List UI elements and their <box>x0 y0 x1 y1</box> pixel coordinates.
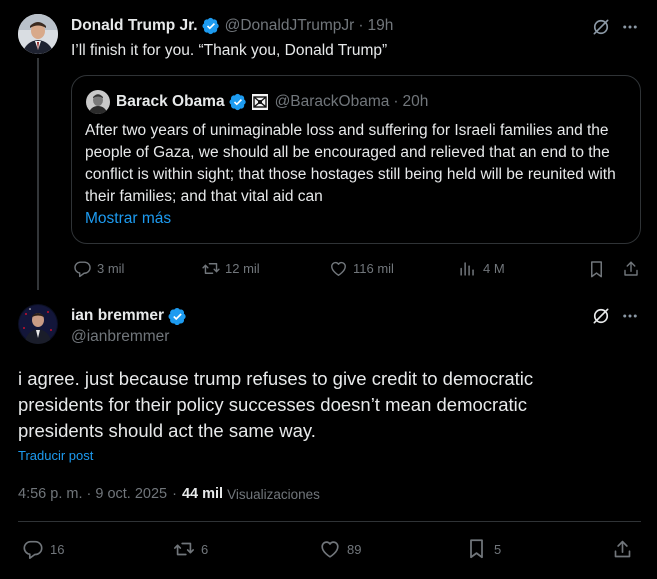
quote-text: After two years of unimaginable loss and… <box>85 122 616 205</box>
reply-icon <box>23 540 43 559</box>
bookmark-icon <box>590 260 602 277</box>
bookmark-button[interactable]: 5 <box>467 538 501 560</box>
bookmark-icon <box>470 539 483 559</box>
reply-button[interactable]: 16 <box>22 538 64 560</box>
like-button[interactable]: 116 mil <box>329 259 394 278</box>
views-count: 44 mil <box>181 486 224 502</box>
repost-count: 6 <box>201 541 209 557</box>
reply-time[interactable]: 19h <box>368 17 394 35</box>
main-author-name[interactable]: ian bremmer <box>71 307 164 325</box>
repost-icon <box>174 542 194 556</box>
repost-button[interactable]: 6 <box>172 538 208 560</box>
reply-count: 3 mil <box>97 261 125 276</box>
reply-separator: · <box>358 17 364 34</box>
repost-icon <box>202 263 220 274</box>
reply-author-name[interactable]: Donald Trump Jr. <box>71 17 198 35</box>
thread-line <box>37 58 39 290</box>
translate-link[interactable]: Traducir post <box>18 448 93 463</box>
share-icon <box>624 261 638 276</box>
like-button[interactable]: 89 <box>319 538 361 560</box>
show-more-link[interactable]: Mostrar más <box>85 208 171 230</box>
views-count: 4 M <box>483 261 505 276</box>
like-icon <box>321 541 339 558</box>
verified-icon <box>202 17 220 35</box>
timestamp-row: 4:56 p. m. · 9 oct. 2025 · 44 mil Visual… <box>18 486 320 502</box>
like-icon <box>331 261 346 276</box>
quote-separator: · <box>393 93 399 110</box>
views-label: Visualizaciones <box>227 486 320 502</box>
main-text: i agree. just because trump refuses to g… <box>18 368 534 441</box>
divider <box>18 521 641 522</box>
main-author-handle[interactable]: @ianbremmer <box>71 328 169 346</box>
bookmark-button[interactable] <box>585 259 607 279</box>
main-avatar[interactable] <box>18 304 58 344</box>
reply-avatar[interactable] <box>18 14 58 54</box>
quoted-tweet-card[interactable]: Barack Obama @BarackObama · 20h After tw… <box>71 75 641 244</box>
reply-text: I’ll finish it for you. “Thank you, Dona… <box>71 42 388 59</box>
reply-icon <box>74 261 91 278</box>
share-button[interactable] <box>610 538 634 560</box>
main-tweet: ian bremmer @ianbremmer i agree. just be… <box>0 293 657 579</box>
reply-button[interactable]: 3 mil <box>73 259 124 278</box>
verified-icon <box>168 307 187 326</box>
grok-icon[interactable] <box>590 16 612 38</box>
share-icon <box>614 540 630 557</box>
reply-header: Donald Trump Jr. @DonaldJTrumpJr · 19h <box>71 15 393 37</box>
views-button[interactable]: 4 M <box>458 259 505 278</box>
grok-icon[interactable] <box>590 305 612 327</box>
repost-count: 12 mil <box>225 261 260 276</box>
reply-count: 16 <box>50 541 65 557</box>
more-icon[interactable] <box>619 16 641 38</box>
like-count: 116 mil <box>353 261 394 276</box>
reply-tweet: Donald Trump Jr. @DonaldJTrumpJr · 19h I… <box>0 0 657 293</box>
main-timestamp[interactable]: 4:56 p. m. · 9 oct. 2025 <box>18 486 167 502</box>
like-count: 89 <box>347 541 362 557</box>
more-icon[interactable] <box>619 305 641 327</box>
bookmark-count: 5 <box>494 541 502 557</box>
quote-avatar <box>86 90 110 114</box>
repost-button[interactable]: 12 mil <box>201 259 260 278</box>
quote-header: Barack Obama @BarackObama · 20h <box>116 91 428 113</box>
verified-icon <box>229 93 247 111</box>
quote-author-name: Barack Obama <box>116 93 225 110</box>
reply-author-handle[interactable]: @DonaldJTrumpJr <box>225 17 355 35</box>
gaza-flag-icon <box>251 94 268 110</box>
quote-author-handle: @BarackObama <box>274 93 390 110</box>
timestamp-dot: · <box>172 486 177 502</box>
views-icon <box>460 262 474 276</box>
quote-time: 20h <box>402 93 429 110</box>
main-header: ian bremmer <box>71 304 187 328</box>
share-button[interactable] <box>620 259 642 279</box>
